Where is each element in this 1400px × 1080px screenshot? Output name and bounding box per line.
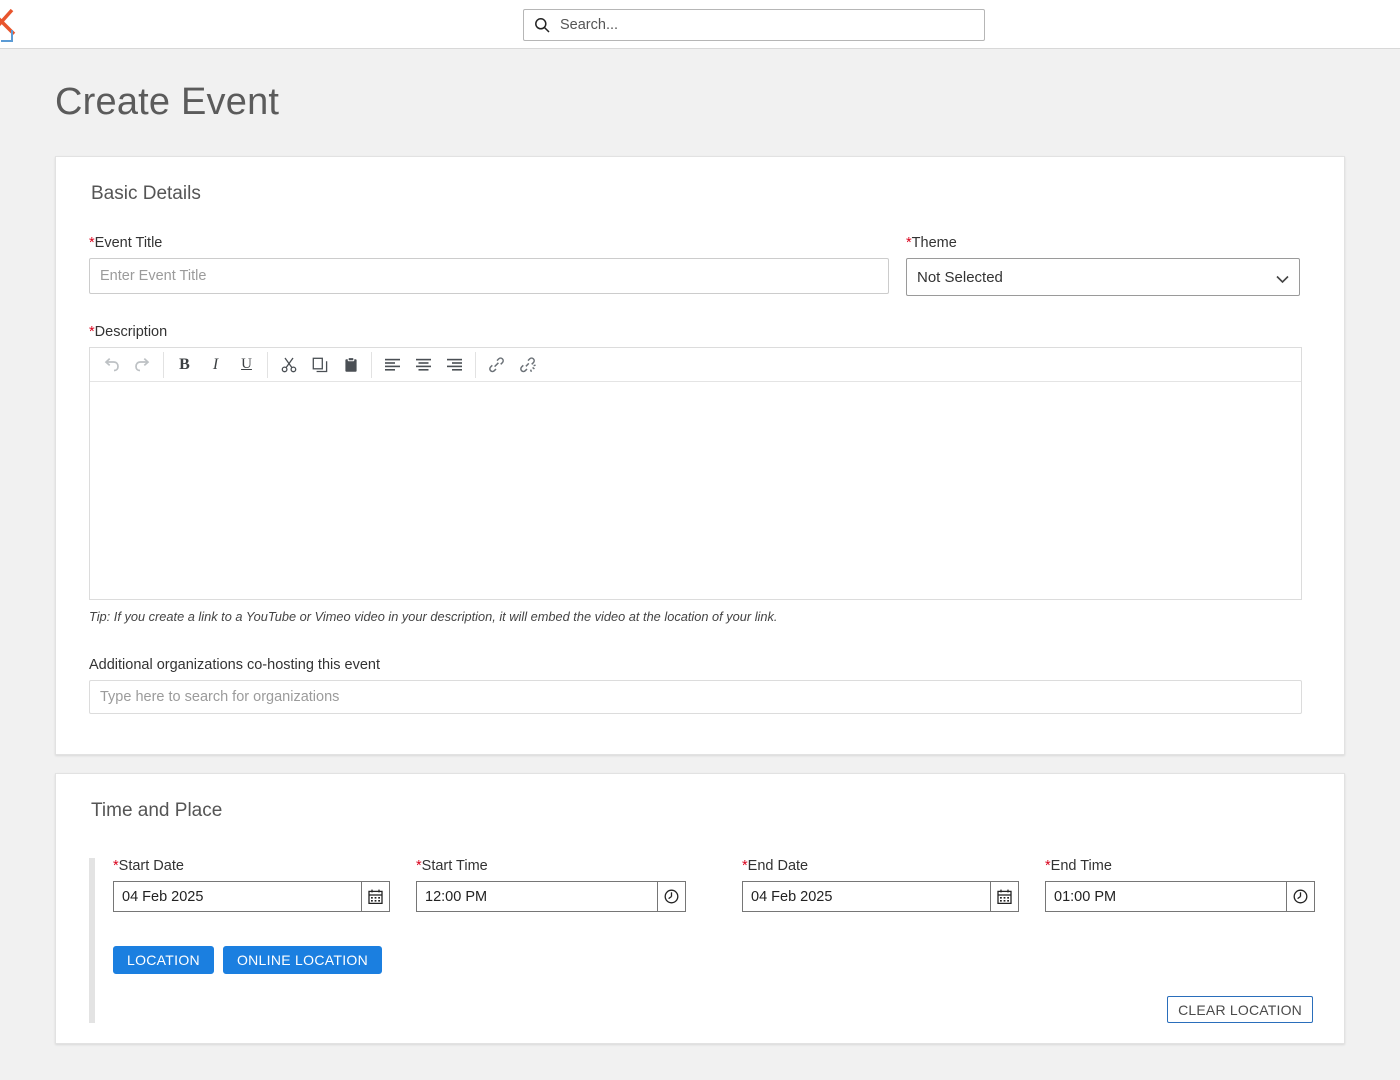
end-date-input-wrap xyxy=(742,881,1019,912)
start-date-group: *Start Date xyxy=(113,858,390,912)
cut-icon[interactable] xyxy=(273,350,304,380)
copy-icon[interactable] xyxy=(304,350,335,380)
time-and-place-card: Time and Place *Start Date 04 Feb 2025 *… xyxy=(55,773,1345,1044)
calendar-icon[interactable] xyxy=(361,881,390,912)
location-button[interactable]: LOCATION xyxy=(113,946,214,974)
online-location-button[interactable]: ONLINE LOCATION xyxy=(222,946,382,974)
description-field-group: *Description B I U Tip: If you create a … xyxy=(89,324,1311,624)
undo-icon[interactable] xyxy=(96,350,127,380)
description-label-text: Description xyxy=(94,324,168,340)
align-left-icon[interactable] xyxy=(377,350,408,380)
end-time-label-text: End Time xyxy=(1050,858,1112,874)
start-date-label: *Start Date xyxy=(113,858,390,874)
time-and-place-content: *Start Date *Start Time xyxy=(113,858,1315,1023)
end-date-input[interactable] xyxy=(742,881,990,912)
page-title: Create Event xyxy=(55,81,280,123)
start-date-input-wrap xyxy=(113,881,390,912)
bold-icon[interactable]: B xyxy=(169,350,200,380)
location-buttons: LOCATION ONLINE LOCATION xyxy=(113,946,1315,974)
title-theme-row: *Event Title *Theme Not Selected xyxy=(89,235,1311,296)
time-and-place-body: *Start Date *Start Time xyxy=(89,858,1315,1023)
align-center-icon[interactable] xyxy=(408,350,439,380)
event-title-label-text: Event Title xyxy=(94,235,163,251)
toolbar-separator xyxy=(371,351,372,378)
paste-icon[interactable] xyxy=(335,350,366,380)
editor-toolbar: B I U xyxy=(90,348,1301,382)
description-label: *Description xyxy=(89,324,1311,340)
end-time-input[interactable] xyxy=(1045,881,1286,912)
start-date-input[interactable] xyxy=(113,881,361,912)
end-date-label: *End Date xyxy=(742,858,1019,874)
italic-icon[interactable]: I xyxy=(200,350,231,380)
start-time-input-wrap xyxy=(416,881,686,912)
calendar-icon[interactable] xyxy=(990,881,1019,912)
unlink-icon[interactable] xyxy=(512,350,543,380)
datetime-row: *Start Date *Start Time xyxy=(113,858,1315,912)
theme-label-text: Theme xyxy=(911,235,957,251)
end-date-group: *End Date xyxy=(742,858,1019,912)
description-editor-body[interactable] xyxy=(90,382,1301,599)
toolbar-separator xyxy=(267,351,268,378)
description-editor: B I U xyxy=(89,347,1302,600)
basic-details-heading: Basic Details xyxy=(91,183,201,204)
cohost-input[interactable] xyxy=(89,680,1302,714)
end-time-group: *End Time xyxy=(1045,858,1315,912)
end-time-label: *End Time xyxy=(1045,858,1315,874)
clear-location-button[interactable]: CLEAR LOCATION xyxy=(1167,996,1313,1023)
search-input[interactable] xyxy=(558,16,974,34)
clear-location-row: CLEAR LOCATION xyxy=(113,996,1315,1023)
theme-select-wrap: Not Selected xyxy=(906,258,1300,296)
section-accent-bar xyxy=(89,858,95,1023)
redo-icon[interactable] xyxy=(127,350,158,380)
toolbar-separator xyxy=(475,351,476,378)
theme-field-group: *Theme Not Selected xyxy=(906,235,1300,296)
end-date-label-text: End Date xyxy=(747,858,809,874)
end-time-input-wrap xyxy=(1045,881,1315,912)
cohost-label: Additional organizations co-hosting this… xyxy=(89,657,380,673)
cohost-field-group: Additional organizations co-hosting this… xyxy=(89,657,1311,714)
description-tip: Tip: If you create a link to a YouTube o… xyxy=(89,609,778,624)
theme-label: *Theme xyxy=(906,235,1300,251)
top-bar xyxy=(0,0,1400,49)
start-time-group: *Start Time xyxy=(416,858,686,912)
event-title-input[interactable] xyxy=(89,258,889,294)
start-time-input[interactable] xyxy=(416,881,657,912)
event-title-label: *Event Title xyxy=(89,235,889,251)
start-time-label-text: Start Time xyxy=(421,858,488,874)
start-date-label-text: Start Date xyxy=(118,858,184,874)
event-title-field-group: *Event Title xyxy=(89,235,889,296)
search-icon xyxy=(534,17,550,33)
time-and-place-heading: Time and Place xyxy=(91,800,223,821)
align-right-icon[interactable] xyxy=(439,350,470,380)
clock-icon[interactable] xyxy=(1286,881,1315,912)
clock-icon[interactable] xyxy=(657,881,686,912)
underline-icon[interactable]: U xyxy=(231,350,262,380)
basic-details-card: Basic Details *Event Title *Theme Not Se… xyxy=(55,156,1345,755)
app-logo[interactable] xyxy=(0,8,26,44)
search-box[interactable] xyxy=(523,9,985,41)
toolbar-separator xyxy=(163,351,164,378)
theme-select[interactable]: Not Selected xyxy=(906,258,1300,296)
link-icon[interactable] xyxy=(481,350,512,380)
start-time-label: *Start Time xyxy=(416,858,686,874)
